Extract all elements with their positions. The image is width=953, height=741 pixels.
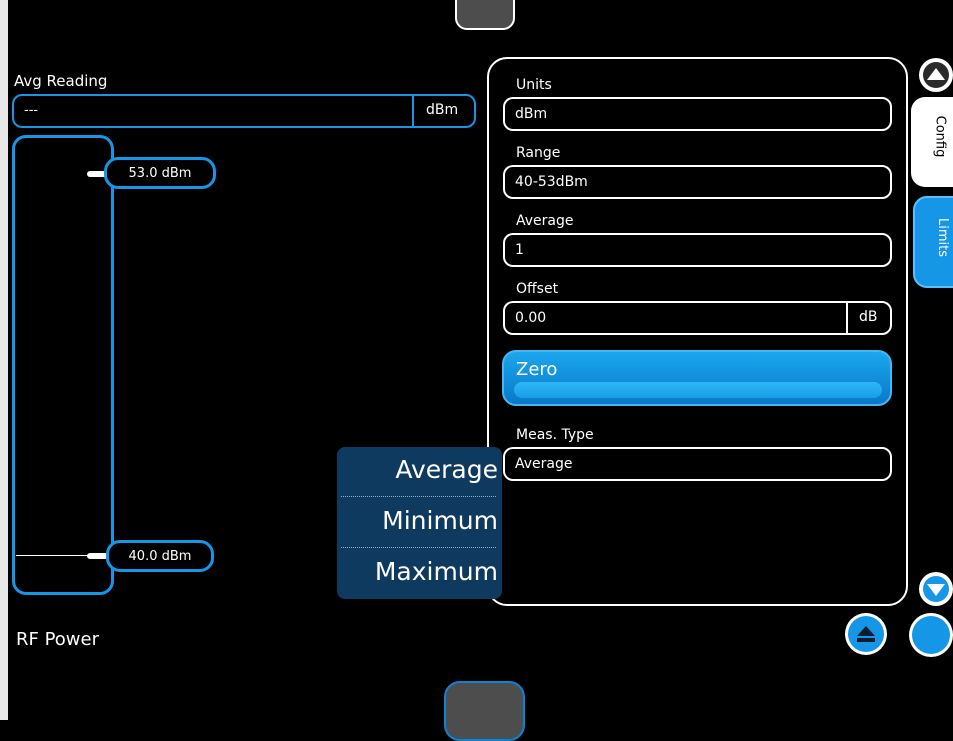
upper-limit-badge[interactable]: 53.0 dBm xyxy=(104,157,216,189)
offset-field[interactable]: 0.00 dB xyxy=(503,301,892,335)
bottom-drawer-handle[interactable] xyxy=(444,681,525,741)
option-average[interactable]: Average xyxy=(337,455,498,484)
avg-reading-value: --- xyxy=(24,103,39,118)
avg-reading-unit: dBm xyxy=(426,102,459,118)
average-field[interactable]: 1 xyxy=(503,233,892,267)
scroll-to-top-button[interactable] xyxy=(845,613,887,655)
power-bar-gauge xyxy=(12,135,114,595)
meas-type-field[interactable]: Average xyxy=(503,447,892,481)
range-label: Range xyxy=(516,145,561,161)
offset-unit: dB xyxy=(859,309,878,325)
eject-icon xyxy=(848,616,884,652)
meas-type-dropdown: Average Minimum Maximum xyxy=(337,447,502,599)
tab-config-label: Config xyxy=(932,115,948,158)
zero-button[interactable]: Zero xyxy=(502,350,892,406)
chevron-down-icon xyxy=(923,576,949,602)
tab-limits[interactable]: Limits xyxy=(913,196,953,288)
tab-limits-label: Limits xyxy=(935,218,950,257)
units-field[interactable]: dBm xyxy=(503,97,892,131)
avg-reading-label: Avg Reading xyxy=(14,72,108,90)
round-action-button[interactable] xyxy=(909,613,953,657)
option-divider xyxy=(341,496,496,497)
left-edge-strip xyxy=(0,0,8,720)
range-field[interactable]: 40-53dBm xyxy=(503,165,892,199)
units-label: Units xyxy=(516,77,552,93)
option-maximum[interactable]: Maximum xyxy=(337,557,498,586)
scroll-down-button[interactable] xyxy=(919,572,953,606)
zero-progress-bar xyxy=(514,382,882,398)
lower-limit-badge[interactable]: 40.0 dBm xyxy=(106,540,214,572)
rf-power-label: RF Power xyxy=(16,629,100,650)
gauge-lower-line xyxy=(16,555,96,556)
scroll-up-button[interactable] xyxy=(919,58,953,92)
zero-button-label: Zero xyxy=(516,359,558,380)
circle-icon xyxy=(912,616,950,654)
offset-unit-divider xyxy=(846,303,848,333)
meas-type-label: Meas. Type xyxy=(516,427,594,443)
avg-reading-field: --- dBm xyxy=(12,94,476,128)
unit-divider xyxy=(412,96,414,126)
top-drawer-handle[interactable] xyxy=(455,0,515,30)
average-label: Average xyxy=(516,213,574,229)
offset-label: Offset xyxy=(516,281,559,297)
tab-config[interactable]: Config xyxy=(911,97,953,187)
offset-value: 0.00 xyxy=(515,310,547,326)
chevron-up-icon xyxy=(923,62,949,88)
option-divider xyxy=(341,547,496,548)
option-minimum[interactable]: Minimum xyxy=(337,506,498,535)
